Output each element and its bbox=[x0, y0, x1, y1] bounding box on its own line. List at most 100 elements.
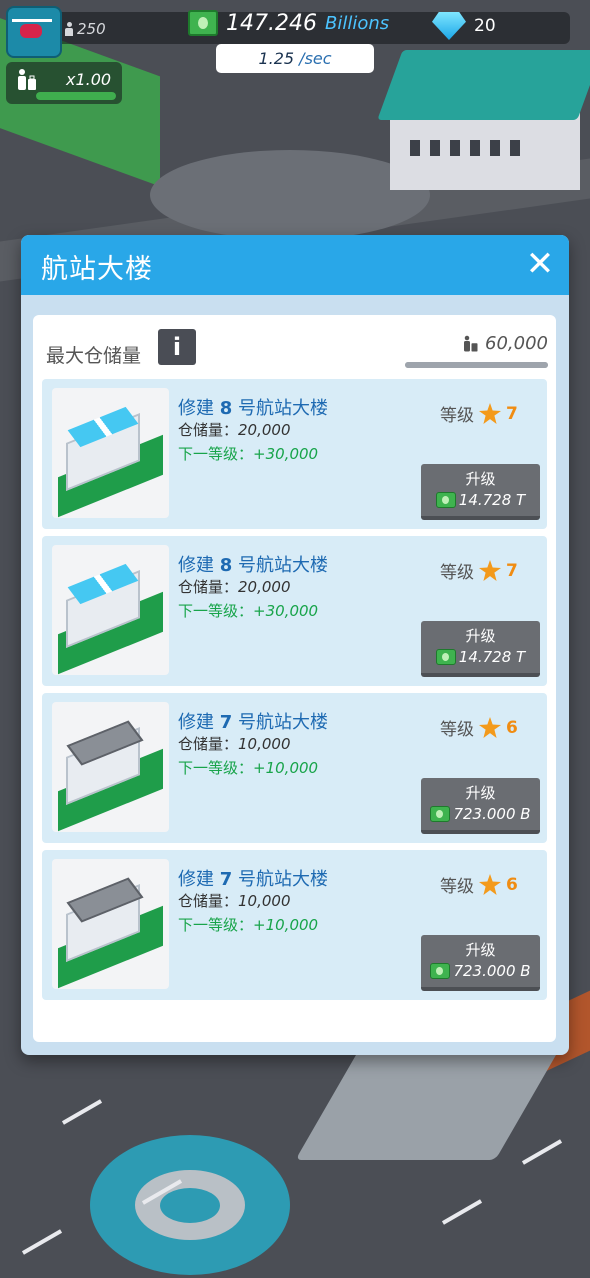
card-title: 修建 7 号航站大楼 bbox=[178, 708, 328, 734]
card-next-value: +30,000 bbox=[253, 602, 319, 620]
card-capacity-value: 10,000 bbox=[238, 892, 291, 910]
card-capacity-label: 仓储量： bbox=[178, 578, 239, 596]
upgrade-label: 升级 bbox=[465, 627, 496, 645]
dialog-header: 航站大楼 ✕ bbox=[21, 235, 569, 295]
helicopter-icon bbox=[12, 19, 52, 22]
card-capacity-label: 仓储量： bbox=[178, 421, 239, 439]
card-next-level: 下一等级：+30,000 bbox=[178, 443, 318, 464]
terminal-building-icon bbox=[52, 388, 169, 518]
card-capacity-value: 20,000 bbox=[238, 578, 291, 596]
card-title: 修建 8 号航站大楼 bbox=[178, 551, 328, 577]
card-next-label: 下一等级： bbox=[178, 759, 254, 777]
level-label: 等级 bbox=[440, 406, 474, 426]
upgrade-price-value: 723.000 B bbox=[453, 962, 531, 980]
upgrade-price-value: 14.728 T bbox=[458, 491, 526, 509]
terminal-number: 8 bbox=[219, 398, 233, 419]
card-capacity-label: 仓储量： bbox=[178, 735, 239, 753]
card-title-suffix: 号航站大楼 bbox=[232, 869, 328, 890]
terminal-building-icon bbox=[52, 859, 169, 989]
speed-multiplier[interactable]: x1.00 bbox=[6, 62, 122, 104]
upgrade-button[interactable]: 升级 14.728 T bbox=[421, 464, 540, 520]
terminal-number: 8 bbox=[219, 555, 233, 576]
card-capacity-label: 仓储量： bbox=[178, 892, 239, 910]
upgrade-button[interactable]: 升级 723.000 B bbox=[421, 778, 540, 834]
speed-bar bbox=[36, 92, 116, 100]
speed-bar-fill bbox=[36, 92, 116, 100]
card-title-suffix: 号航站大楼 bbox=[232, 398, 328, 419]
terminal-number: 7 bbox=[219, 712, 233, 733]
card-title-prefix: 修建 bbox=[178, 712, 220, 733]
terminal-card: 修建 7 号航站大楼 仓储量：10,000 下一等级：+10,000 等级 6 … bbox=[42, 693, 547, 843]
helicopter-button[interactable] bbox=[6, 6, 62, 58]
terminal-number: 7 bbox=[219, 869, 233, 890]
upgrade-price: 723.000 B bbox=[421, 962, 540, 980]
dialog-title: 航站大楼 bbox=[41, 254, 153, 285]
upgrade-button[interactable]: 升级 14.728 T bbox=[421, 621, 540, 677]
capacity-bar-fill bbox=[405, 362, 548, 368]
card-capacity: 仓储量：20,000 bbox=[178, 419, 291, 440]
money-unit: Billions bbox=[324, 12, 390, 34]
card-title-suffix: 号航站大楼 bbox=[232, 712, 328, 733]
capacity-label: 最大仓储量 bbox=[46, 345, 142, 367]
income-rate-value: 1.25 bbox=[258, 49, 295, 68]
cash-icon bbox=[435, 492, 456, 508]
upgrade-label: 升级 bbox=[465, 784, 496, 802]
card-level: 等级 6 bbox=[440, 872, 518, 897]
star-icon bbox=[479, 874, 501, 895]
speed-value: x1.00 bbox=[66, 70, 112, 89]
card-title-prefix: 修建 bbox=[178, 398, 220, 419]
card-title-prefix: 修建 bbox=[178, 869, 220, 890]
card-next-label: 下一等级： bbox=[178, 445, 254, 463]
card-next-value: +10,000 bbox=[253, 759, 319, 777]
traveler-luggage-icon bbox=[464, 335, 478, 351]
card-next-level: 下一等级：+10,000 bbox=[178, 757, 318, 778]
gem-count: 20 bbox=[474, 16, 496, 36]
close-icon[interactable]: ✕ bbox=[525, 247, 555, 281]
upgrade-price-value: 14.728 T bbox=[458, 648, 526, 666]
card-title: 修建 8 号航站大楼 bbox=[178, 394, 328, 420]
card-capacity: 仓储量：10,000 bbox=[178, 890, 291, 911]
terminal-card: 修建 8 号航站大楼 仓储量：20,000 下一等级：+30,000 等级 7 … bbox=[42, 536, 547, 686]
passenger-count: 250 bbox=[64, 20, 106, 38]
income-rate: 1.25 /sec bbox=[216, 44, 374, 73]
dialog-panel: 最大仓储量 i 60,000 修建 8 号航站大楼 仓储量：20,000 下一等… bbox=[33, 315, 556, 1042]
level-value: 6 bbox=[506, 874, 518, 895]
cash-icon bbox=[430, 963, 451, 979]
card-next-label: 下一等级： bbox=[178, 602, 254, 620]
cash-icon bbox=[435, 649, 456, 665]
gem-display[interactable]: 20 bbox=[432, 12, 496, 40]
terminal-dialog: 航站大楼 ✕ 最大仓储量 i 60,000 修建 8 号航站大楼 仓储量：20,… bbox=[21, 235, 569, 1055]
card-next-value: +10,000 bbox=[253, 916, 319, 934]
card-title-prefix: 修建 bbox=[178, 555, 220, 576]
traveler-luggage-icon bbox=[18, 69, 36, 90]
card-next-label: 下一等级： bbox=[178, 916, 254, 934]
upgrade-price: 14.728 T bbox=[421, 491, 540, 509]
upgrade-price: 723.000 B bbox=[421, 805, 540, 823]
terminal-building-icon bbox=[52, 702, 169, 832]
terminal-card: 修建 7 号航站大楼 仓储量：10,000 下一等级：+10,000 等级 6 … bbox=[42, 850, 547, 1000]
card-capacity-value: 10,000 bbox=[238, 735, 291, 753]
fountain bbox=[90, 1135, 290, 1275]
level-value: 7 bbox=[506, 560, 518, 581]
terminal-building-icon bbox=[52, 545, 169, 675]
capacity-value: 60,000 bbox=[485, 333, 548, 354]
capacity-total: 60,000 bbox=[461, 333, 548, 354]
info-button[interactable]: i bbox=[158, 329, 196, 365]
cash-icon bbox=[188, 10, 218, 36]
upgrade-label: 升级 bbox=[465, 941, 496, 959]
upgrade-price-value: 723.000 B bbox=[453, 805, 531, 823]
card-next-level: 下一等级：+30,000 bbox=[178, 600, 318, 621]
diamond-icon bbox=[432, 12, 466, 40]
star-icon bbox=[479, 560, 501, 581]
income-rate-suffix: /sec bbox=[299, 49, 332, 68]
card-title: 修建 7 号航站大楼 bbox=[178, 865, 328, 891]
terminal-card: 修建 8 号航站大楼 仓储量：20,000 下一等级：+30,000 等级 7 … bbox=[42, 379, 547, 529]
card-capacity-value: 20,000 bbox=[238, 421, 291, 439]
card-level: 等级 6 bbox=[440, 715, 518, 740]
level-label: 等级 bbox=[440, 877, 474, 897]
star-icon bbox=[479, 717, 501, 738]
passenger-count-value: 250 bbox=[77, 20, 106, 38]
upgrade-button[interactable]: 升级 723.000 B bbox=[421, 935, 540, 991]
hangar-building bbox=[377, 50, 590, 190]
money-display: 147.246 Billions bbox=[188, 10, 389, 36]
